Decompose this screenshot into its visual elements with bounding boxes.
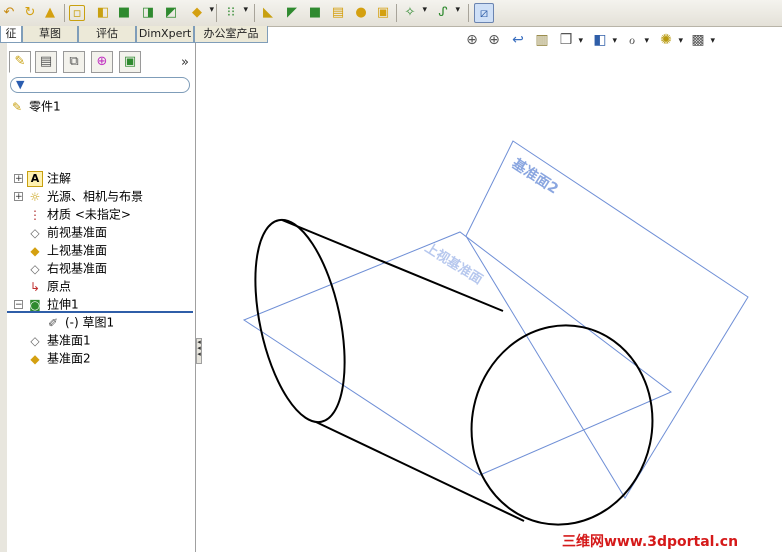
- tree-item-origin[interactable]: ↳ 原点: [27, 277, 71, 295]
- top-toolbar: ↶ ↻ ▲ ▫ ◧ ■ ◨ ◩ ◆ ⁝⁝ ◣ ◤ ■ ▤ ● ▣ ✧ ᔑ ⧄: [0, 0, 782, 27]
- rib-icon[interactable]: ⁝⁝: [222, 3, 248, 21]
- graphics-area[interactable]: 基准面2 上视基准面: [196, 43, 782, 552]
- reference-geometry-icon[interactable]: ✧: [401, 3, 427, 21]
- tree-item-lights-cameras[interactable]: ☼ 光源、相机与布景: [27, 187, 143, 205]
- plane-icon: ◆: [30, 351, 40, 366]
- material-icon: ⋮: [29, 207, 41, 222]
- intersect-icon[interactable]: ●: [352, 3, 370, 21]
- lights-cameras-icon: ☼: [29, 189, 41, 204]
- tab-dimxpert[interactable]: DimXpert: [136, 26, 194, 43]
- tree-item-right-plane[interactable]: ◇ 右视基准面: [27, 259, 107, 277]
- configuration-manager-tab-icon[interactable]: ⧉: [63, 51, 85, 73]
- tree-item-annotations[interactable]: A 注解: [27, 169, 71, 187]
- curves-icon[interactable]: ᔑ: [434, 3, 460, 21]
- collapse-extrude-icon[interactable]: −: [14, 300, 23, 310]
- tree-item-top-plane[interactable]: ◆ 上视基准面: [27, 241, 107, 259]
- lofted-cut-icon[interactable]: ◨: [139, 3, 157, 21]
- display-manager-tab-icon[interactable]: ▣: [119, 51, 141, 73]
- feature-filter-input[interactable]: ▼: [10, 77, 190, 93]
- plane2-label: 基准面2: [509, 155, 562, 197]
- plane-icon: ◆: [30, 243, 40, 258]
- expand-lights-icon[interactable]: +: [14, 192, 23, 202]
- plane-icon: ◇: [30, 333, 40, 348]
- origin-icon: ↳: [29, 279, 41, 294]
- shell-icon[interactable]: ◤: [283, 3, 301, 21]
- expand-annotations-icon[interactable]: +: [14, 174, 23, 184]
- tree-item-front-plane[interactable]: ◇ 前视基准面: [27, 223, 107, 241]
- draft-icon[interactable]: ◣: [259, 3, 277, 21]
- swept-boss-icon[interactable]: ↻: [21, 3, 39, 21]
- plane-icon: ◇: [30, 261, 40, 276]
- property-manager-tab-icon[interactable]: ▤: [35, 51, 57, 73]
- plane2-outline[interactable]: [465, 140, 749, 499]
- extruded-cut-icon[interactable]: ▫: [69, 5, 85, 21]
- dome-icon[interactable]: ▤: [329, 3, 347, 21]
- tree-item-material[interactable]: ⋮ 材质 <未指定>: [27, 205, 131, 223]
- loft-boss-icon[interactable]: ▲: [41, 3, 59, 21]
- plane-icon: ◇: [30, 225, 40, 240]
- tab-evaluate[interactable]: 评估: [78, 26, 136, 43]
- command-manager-tabs: 征 草图 评估 DimXpert 办公室产品: [0, 26, 270, 43]
- annotations-icon: A: [27, 170, 43, 187]
- tab-features[interactable]: 征: [0, 26, 22, 43]
- linear-pattern-icon[interactable]: ◆: [188, 3, 214, 21]
- tree-root-part[interactable]: ✎ 零件1: [9, 97, 61, 115]
- revolved-cut-icon[interactable]: ◧: [94, 3, 112, 21]
- instant3d-icon[interactable]: ⧄: [474, 3, 494, 23]
- tree-item-plane1[interactable]: ◇ 基准面1: [27, 331, 90, 349]
- tree-item-plane2[interactable]: ◆ 基准面2: [27, 349, 90, 367]
- fillet-icon[interactable]: ◩: [162, 3, 180, 21]
- expand-panel-icon[interactable]: »: [181, 55, 189, 70]
- tab-sketch[interactable]: 草图: [22, 26, 78, 43]
- watermark: 三维网www.3dportal.cn: [562, 534, 739, 550]
- rollback-bar[interactable]: [7, 311, 193, 313]
- filter-icon: ▼: [16, 78, 25, 91]
- part-icon: ✎: [11, 99, 23, 114]
- tab-office-products[interactable]: 办公室产品: [194, 26, 268, 43]
- mirror-icon[interactable]: ▣: [374, 3, 392, 21]
- feature-manager-tab-icon[interactable]: ✎: [9, 51, 31, 73]
- dimxpert-manager-tab-icon[interactable]: ⊕: [91, 51, 113, 73]
- swept-cut-icon[interactable]: ■: [115, 3, 133, 21]
- wrap-icon[interactable]: ■: [306, 3, 324, 21]
- feature-manager-panel: ✎ ▤ ⧉ ⊕ ▣ » ▼ ✎ 零件1 + A 注解 + ☼ 光源、相机与布景 ⋮ 材质…: [7, 43, 196, 552]
- cylinder-front-face[interactable]: [453, 308, 671, 541]
- tree-item-sketch1[interactable]: ✐ (-) 草图1: [45, 313, 114, 331]
- panel-tabs: ✎ ▤ ⧉ ⊕ ▣: [7, 51, 195, 73]
- sketch-icon: ✐: [47, 315, 59, 330]
- revolve-icon[interactable]: ↶: [0, 3, 18, 21]
